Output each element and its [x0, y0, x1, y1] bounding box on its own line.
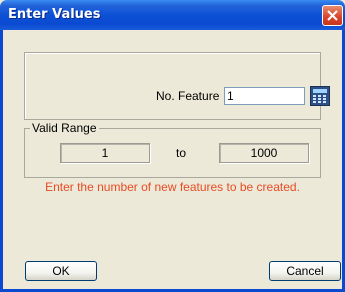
hint-text: Enter the number of new features to be c… — [45, 180, 300, 194]
range-max-value: 1000 — [219, 143, 309, 163]
window-title: Enter Values — [8, 7, 101, 22]
range-separator: to — [176, 146, 187, 160]
close-icon — [327, 10, 338, 21]
valid-range-legend: Valid Range — [30, 121, 99, 135]
feature-label: No. Feature — [156, 89, 220, 103]
title-bar[interactable]: Enter Values — [0, 0, 345, 30]
calculator-icon — [313, 89, 327, 103]
calculator-button[interactable] — [310, 86, 330, 106]
feature-panel — [24, 52, 321, 120]
close-button[interactable] — [322, 5, 343, 26]
cancel-button[interactable]: Cancel — [269, 261, 341, 281]
feature-count-input[interactable]: 1 — [224, 87, 305, 105]
ok-button[interactable]: OK — [25, 261, 97, 281]
range-min-value: 1 — [60, 143, 150, 163]
